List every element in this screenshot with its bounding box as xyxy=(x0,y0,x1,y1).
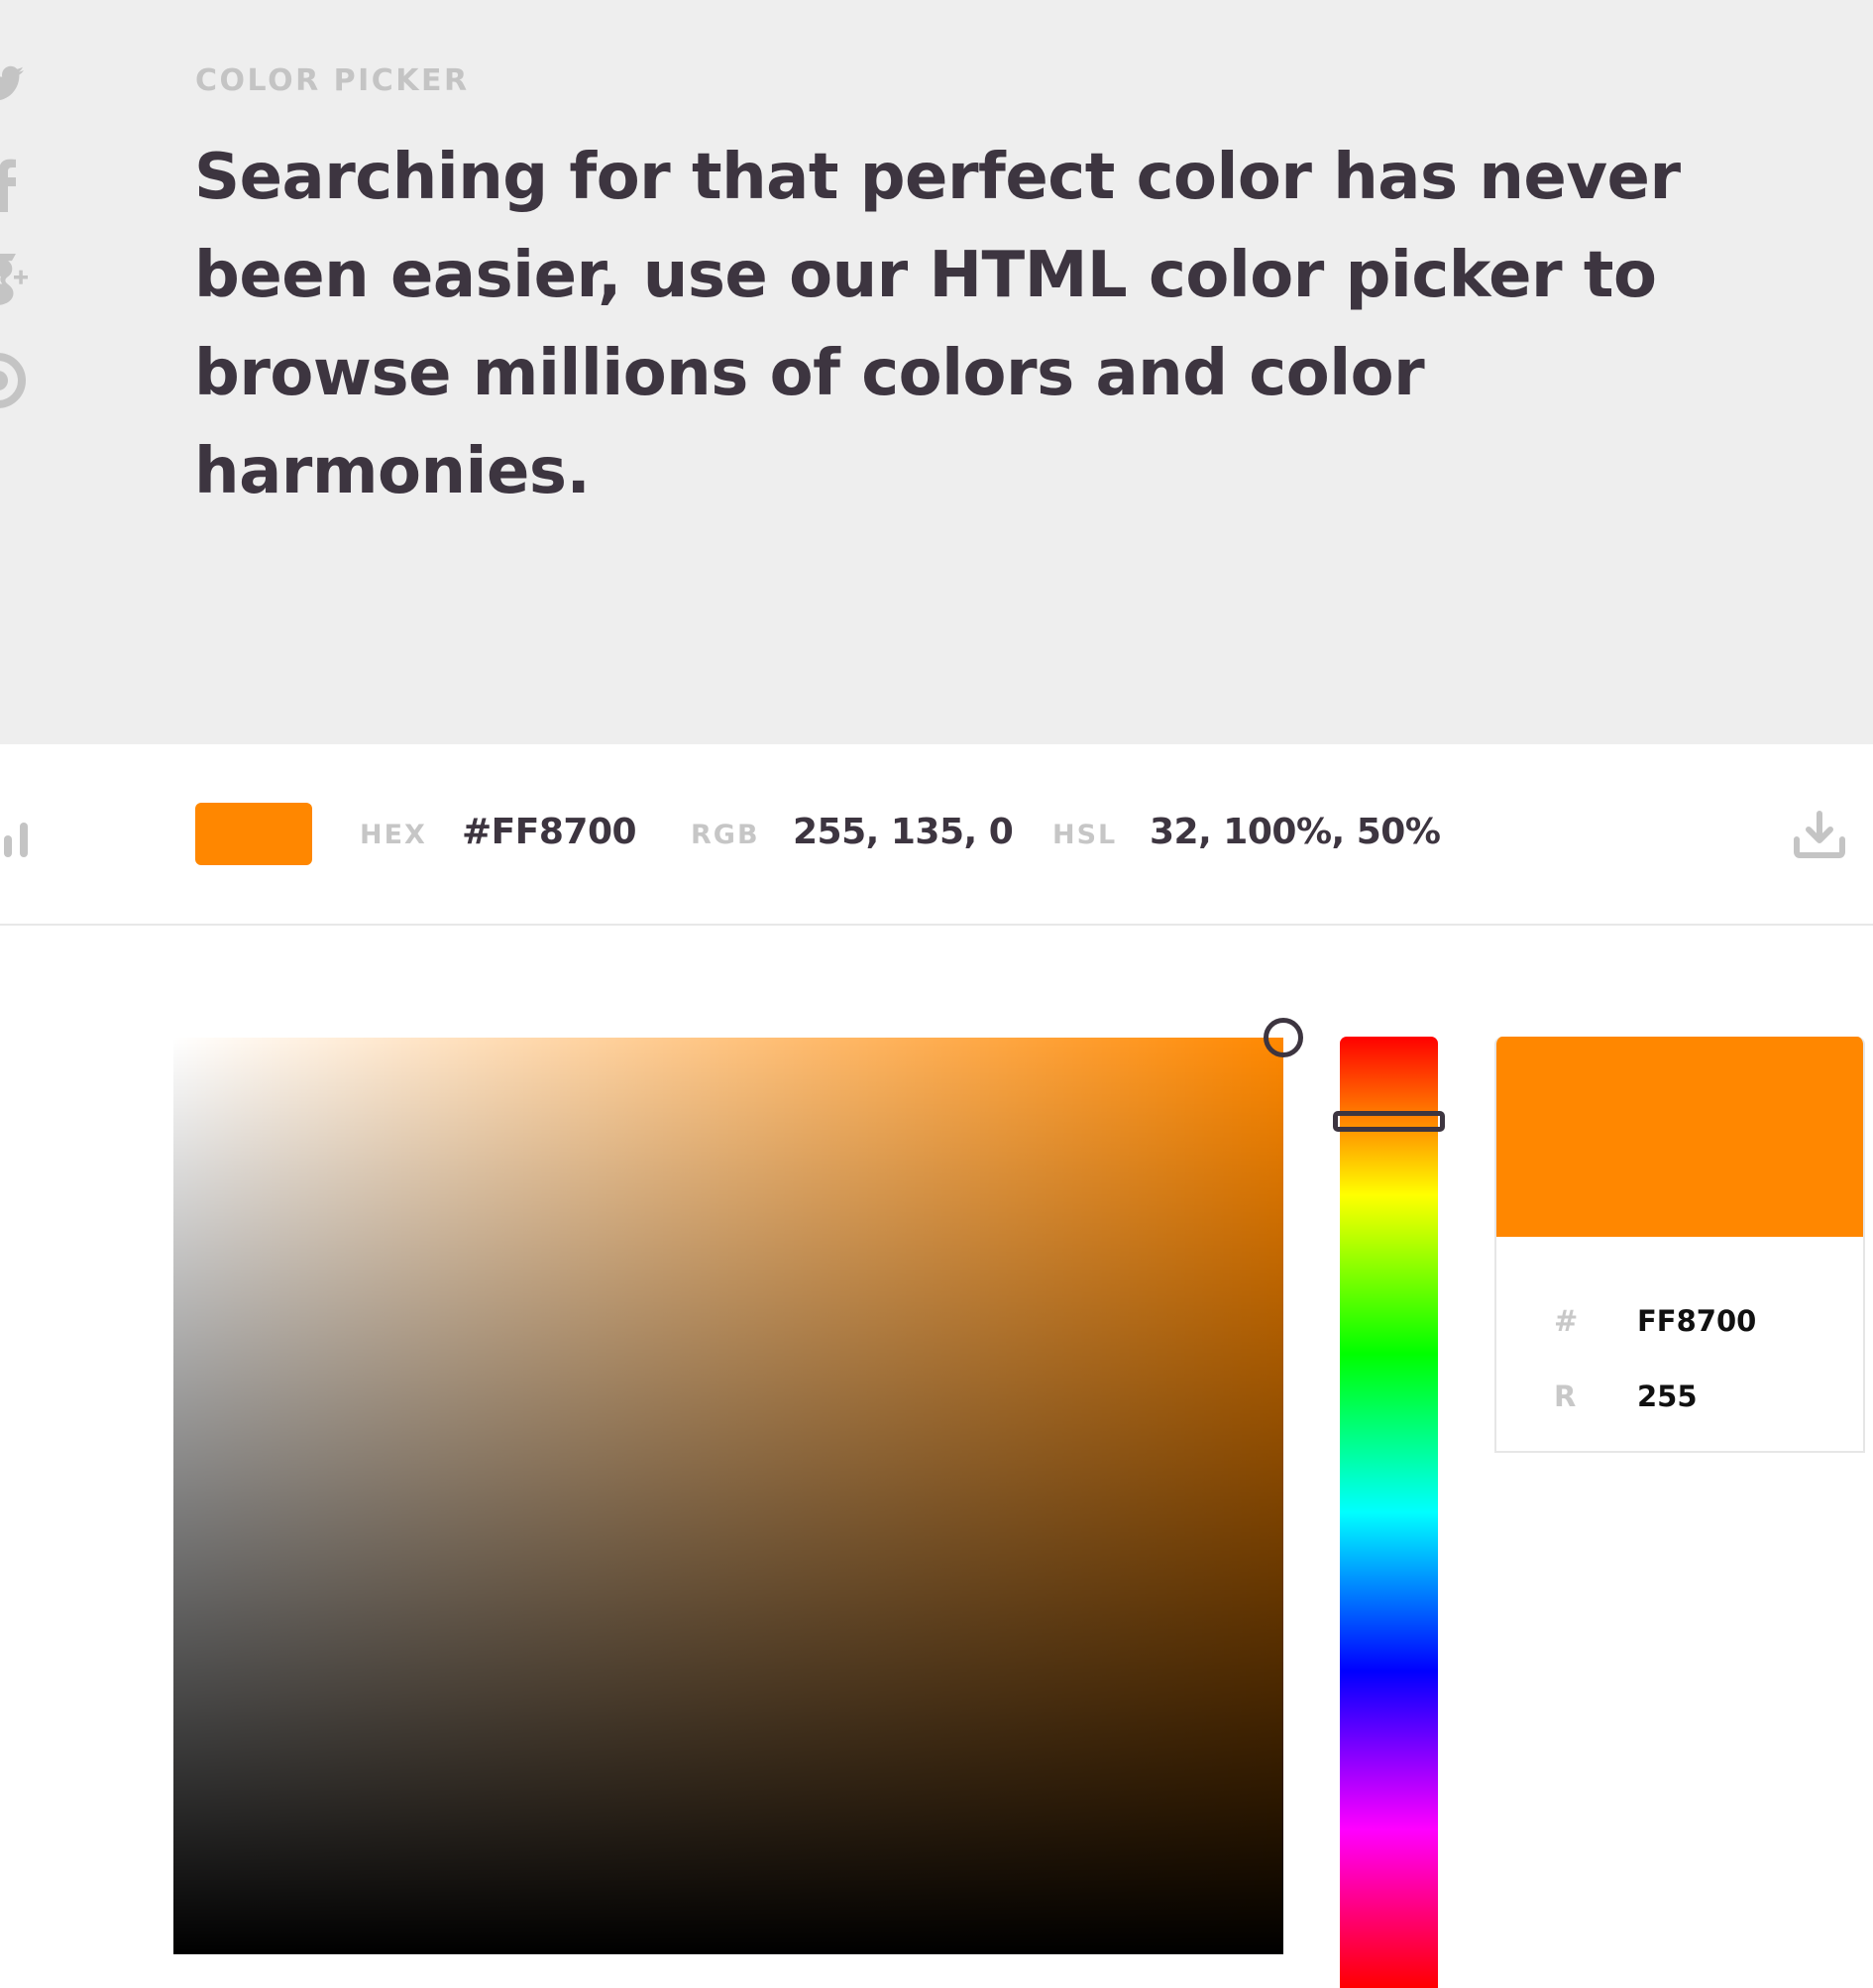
preview-row-value[interactable]: 255 xyxy=(1637,1380,1698,1413)
hue-slider-handle[interactable] xyxy=(1333,1111,1445,1132)
rgb-label: RGB xyxy=(691,820,760,850)
current-color-swatch[interactable] xyxy=(195,803,312,865)
section-eyebrow: COLOR PICKER xyxy=(195,63,470,98)
preview-row-hex: # FF8700 xyxy=(1496,1304,1863,1344)
bar-chart-icon[interactable] xyxy=(2,822,32,857)
page-headline: Searching for that perfect color has nev… xyxy=(194,141,1681,508)
preview-row-label: # xyxy=(1554,1304,1579,1338)
twitter-icon[interactable] xyxy=(0,65,26,109)
saturation-value-area[interactable] xyxy=(173,1038,1283,1954)
hue-slider[interactable] xyxy=(1340,1037,1438,1988)
pinterest-icon[interactable] xyxy=(0,351,28,410)
hero-section: COLOR PICKER Searching for that perfect … xyxy=(0,0,1873,744)
preview-row-label: R xyxy=(1554,1380,1577,1413)
hsl-value[interactable]: 32, 100%, 50% xyxy=(1150,812,1441,852)
hex-label: HEX xyxy=(360,820,427,850)
color-preview-swatch xyxy=(1496,1037,1863,1237)
preview-row-value[interactable]: FF8700 xyxy=(1637,1304,1756,1338)
hex-value[interactable]: #FF8700 xyxy=(462,812,637,852)
saturation-value-handle[interactable] xyxy=(1264,1018,1303,1057)
color-info-bar: HEX #FF8700 RGB 255, 135, 0 HSL 32, 100%… xyxy=(0,744,1873,926)
download-icon[interactable] xyxy=(1792,810,1847,859)
hsl-label: HSL xyxy=(1052,820,1118,850)
color-preview-card: # FF8700 R 255 xyxy=(1494,1037,1865,1453)
facebook-icon[interactable] xyxy=(0,157,16,212)
social-share-bar xyxy=(0,0,40,744)
google-plus-icon[interactable] xyxy=(0,250,30,309)
preview-row-red: R 255 xyxy=(1496,1380,1863,1419)
rgb-value[interactable]: 255, 135, 0 xyxy=(793,812,1014,852)
